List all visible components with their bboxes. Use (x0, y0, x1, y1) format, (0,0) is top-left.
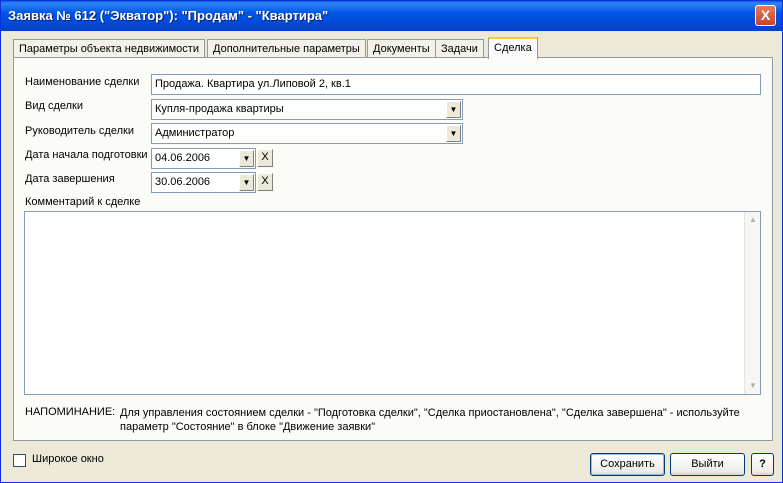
tab-deal[interactable]: Сделка (488, 37, 538, 59)
scroll-up-icon[interactable]: ▲ (745, 212, 761, 228)
reminder-text: Для управления состоянием сделки - "Подг… (120, 407, 740, 433)
deal-type-label: Вид сделки (25, 100, 84, 112)
wide-window-label[interactable]: Широкое окно (32, 453, 104, 465)
comment-value (25, 212, 760, 218)
end-date-label: Дата завершения (25, 173, 115, 185)
end-date-picker[interactable]: 30.06.2006 ▼ (151, 172, 256, 193)
end-date-value: 30.06.2006 (155, 176, 211, 188)
tab-tasks[interactable]: Задачи (435, 39, 484, 58)
chevron-down-icon[interactable]: ▼ (239, 150, 254, 167)
deal-manager-value: Администратор (155, 127, 235, 139)
chevron-down-icon[interactable]: ▼ (446, 125, 461, 142)
deal-name-label: Наименование сделки (25, 76, 140, 88)
deal-type-value: Купля-продажа квартиры (155, 103, 284, 115)
save-button[interactable]: Сохранить (590, 453, 665, 476)
tab-documents[interactable]: Документы (367, 39, 436, 58)
comment-scrollbar[interactable]: ▲ ▼ (744, 212, 760, 394)
start-date-label: Дата начала подготовки (25, 149, 148, 161)
tab-additional-parameters[interactable]: Дополнительные параметры (207, 39, 366, 58)
close-button[interactable]: X (755, 5, 776, 26)
wide-window-checkbox[interactable] (13, 454, 26, 467)
clear-end-date-button[interactable]: X (257, 173, 273, 191)
help-button[interactable]: ? (751, 453, 774, 476)
deal-name-input[interactable]: Продажа. Квартира ул.Липовой 2, кв.1 (151, 74, 761, 95)
window-title: Заявка № 612 ("Экватор"): "Продам" - "Кв… (8, 8, 329, 23)
deal-manager-select[interactable]: Администратор ▼ (151, 123, 463, 144)
chevron-down-icon[interactable]: ▼ (446, 101, 461, 118)
exit-button[interactable]: Выйти (670, 453, 745, 476)
title-bar[interactable]: Заявка № 612 ("Экватор"): "Продам" - "Кв… (1, 1, 782, 31)
chevron-down-icon[interactable]: ▼ (239, 174, 254, 191)
deal-manager-label: Руководитель сделки (25, 125, 134, 137)
dialog-window: Заявка № 612 ("Экватор"): "Продам" - "Кв… (0, 0, 783, 483)
comment-label: Комментарий к сделке (25, 196, 141, 208)
scroll-down-icon[interactable]: ▼ (745, 378, 761, 394)
deal-type-select[interactable]: Купля-продажа квартиры ▼ (151, 99, 463, 120)
reminder-label: НАПОМИНАНИЕ: (25, 406, 116, 418)
clear-start-date-button[interactable]: X (257, 149, 273, 167)
tab-object-parameters[interactable]: Параметры объекта недвижимости (13, 39, 205, 58)
start-date-picker[interactable]: 04.06.2006 ▼ (151, 148, 256, 169)
start-date-value: 04.06.2006 (155, 152, 211, 164)
comment-textarea[interactable]: ▲ ▼ (24, 211, 761, 395)
